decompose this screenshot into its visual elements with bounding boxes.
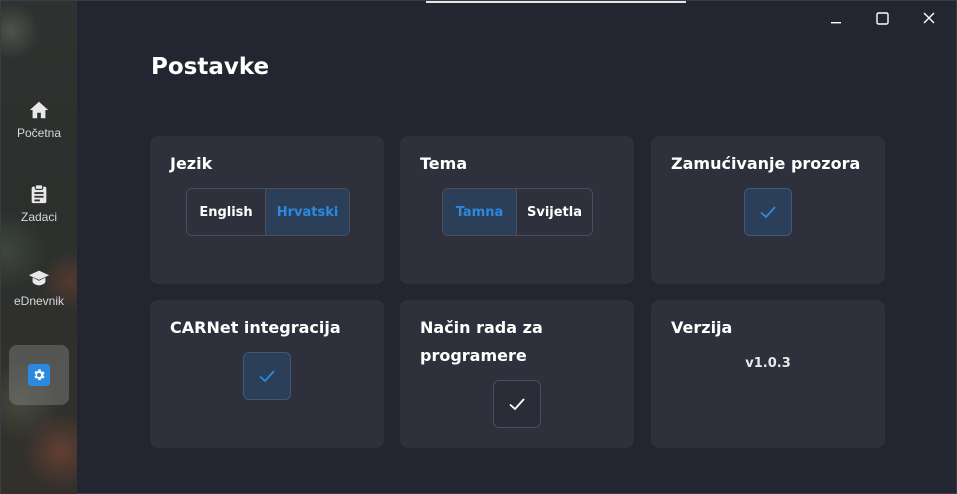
sidebar-item-label: Početna (16, 125, 62, 140)
sidebar-item-label: Zadaci (20, 209, 58, 224)
sidebar-item-ednevnik[interactable]: eDnevnik (1, 255, 77, 319)
clipboard-icon (31, 183, 47, 203)
close-button[interactable] (906, 1, 952, 35)
theme-title: Tema (420, 154, 468, 173)
app-window: Početna Zadaci eDnevnik Postavke Jezik E… (0, 0, 957, 494)
language-title: Jezik (170, 154, 213, 173)
blur-card: Zamućivanje prozora (651, 136, 885, 284)
language-option-english[interactable]: English (187, 189, 265, 235)
blur-checkbox[interactable] (744, 188, 792, 236)
version-card: Verzija v1.0.3 (651, 300, 885, 448)
theme-option-tamna[interactable]: Tamna (443, 189, 516, 235)
theme-option-svijetla[interactable]: Svijetla (516, 189, 592, 235)
maximize-icon (875, 11, 889, 25)
close-icon (923, 12, 935, 24)
language-option-hrvatski[interactable]: Hrvatski (265, 189, 349, 235)
maximize-button[interactable] (859, 1, 905, 35)
language-selector: English Hrvatski (186, 188, 350, 236)
carnet-checkbox[interactable] (243, 352, 291, 400)
sidebar-item-label: eDnevnik (13, 293, 65, 308)
carnet-title: CARNet integracija (170, 318, 341, 337)
blur-title: Zamućivanje prozora (671, 154, 861, 173)
version-title: Verzija (671, 318, 733, 337)
minimize-icon (831, 22, 841, 24)
page-title: Postavke (151, 54, 270, 80)
sidebar: Početna Zadaci eDnevnik (1, 1, 77, 494)
theme-card: Tema Tamna Svijetla (400, 136, 634, 284)
dev-mode-card: Način rada za programere (400, 300, 634, 448)
sidebar-item-pocetna[interactable]: Početna (1, 87, 77, 151)
version-value: v1.0.3 (745, 356, 791, 371)
carnet-card: CARNet integracija (150, 300, 384, 448)
gear-icon (28, 364, 50, 386)
dev-mode-title: Način rada za programere (420, 318, 543, 365)
check-icon (259, 370, 275, 383)
dev-mode-checkbox[interactable] (493, 380, 541, 428)
language-card: Jezik English Hrvatski (150, 136, 384, 284)
sidebar-item-postavke[interactable] (9, 345, 69, 405)
home-icon (29, 101, 49, 118)
check-icon (509, 398, 525, 411)
graduation-cap-icon (28, 270, 50, 285)
check-icon (760, 206, 776, 219)
sidebar-item-zadaci[interactable]: Zadaci (1, 171, 77, 235)
minimize-button[interactable] (813, 1, 859, 35)
theme-selector: Tamna Svijetla (442, 188, 593, 236)
title-bar-accent (426, 1, 686, 3)
